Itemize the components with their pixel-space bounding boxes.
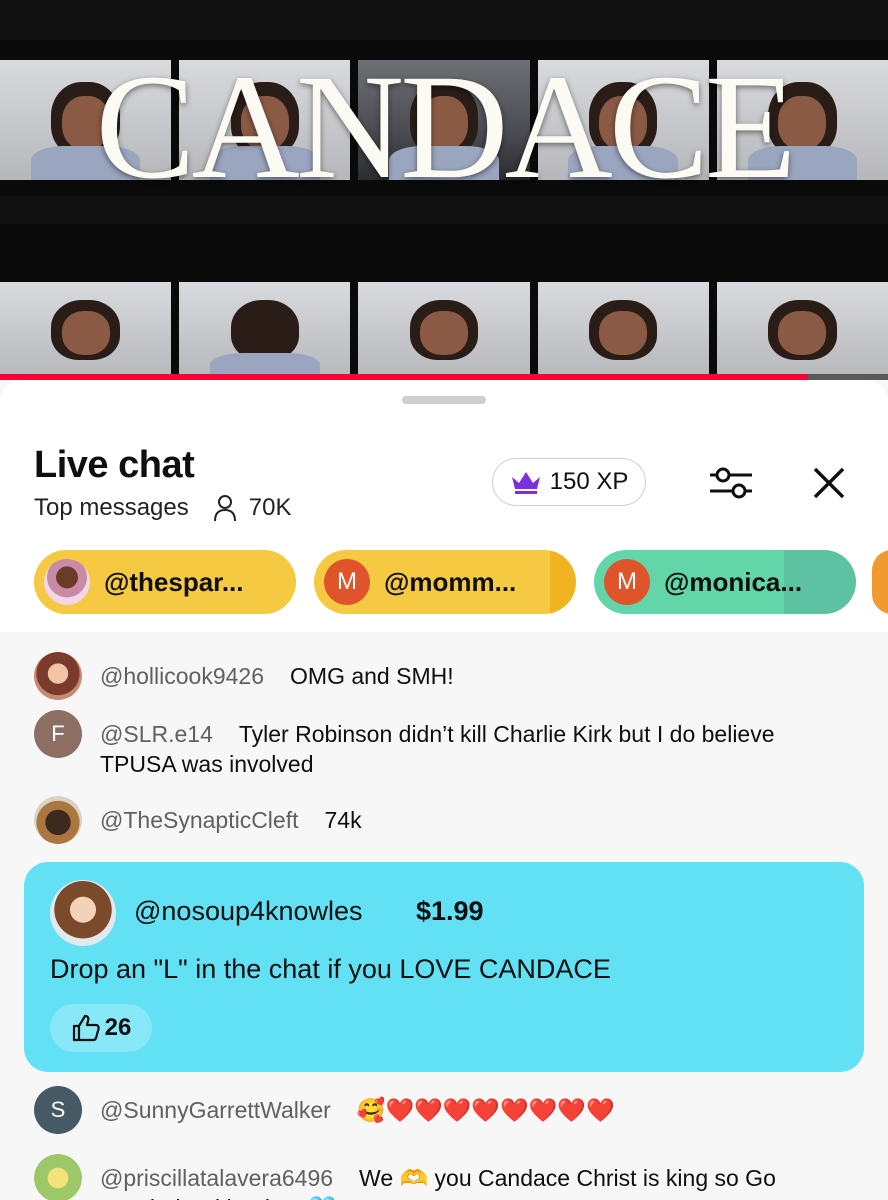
chat-message[interactable]: @hollicook9426 OMG and SMH!	[34, 652, 800, 700]
ticker-handle: @momm...	[384, 566, 517, 597]
chat-message[interactable]: @TheSynapticCleft 74k	[34, 796, 800, 844]
super-chat-text: Drop an "L" in the chat if you LOVE CAND…	[50, 954, 611, 984]
close-icon[interactable]	[812, 466, 846, 500]
like-count: 26	[104, 1014, 132, 1041]
message-text: OMG and SMH!	[290, 663, 454, 689]
ticker-chip[interactable]: @thespar...	[34, 550, 296, 614]
super-chat-amount: $1.99	[416, 896, 484, 926]
viewer-count: 70K	[248, 494, 292, 521]
chat-feed[interactable]: @hollicook9426 OMG and SMH! F @SLR.e14 Tyl…	[0, 632, 888, 1200]
message-text: 74k	[324, 807, 362, 833]
film-strip-top	[0, 0, 888, 40]
avatar: M	[604, 559, 650, 605]
message-author[interactable]: @TheSynapticCleft	[100, 807, 299, 833]
person-icon	[213, 495, 236, 522]
chat-message[interactable]: S @SunnyGarrettWalker 🥰❤️❤️❤️❤️❤️❤️❤️❤️	[34, 1086, 800, 1134]
message-text: 🥰❤️❤️❤️❤️❤️❤️❤️❤️	[356, 1097, 615, 1123]
avatar: S	[34, 1086, 82, 1134]
message-author[interactable]: @priscillatalavera6496	[100, 1165, 333, 1191]
ticker-handle: @thespar...	[104, 566, 244, 597]
film-row-bottom	[0, 282, 888, 380]
chat-message[interactable]: F @SLR.e14 Tyler Robinson didn’t kill Cha…	[34, 710, 800, 779]
film-frame	[358, 282, 530, 380]
avatar	[34, 1154, 82, 1200]
ticker-handle: @monica...	[664, 566, 803, 597]
chat-mode-label: Top messages	[34, 494, 189, 521]
pinned-ticker: @thespar... M @momm... M @monica...	[0, 550, 888, 616]
xp-badge[interactable]: 150 XP	[492, 458, 646, 506]
film-frame	[179, 282, 351, 380]
super-chat-card[interactable]: @nosoup4knowles $1.99 Drop an "L" in the…	[24, 862, 864, 1072]
xp-label: 150 XP	[549, 468, 629, 495]
chat-message[interactable]: @priscillatalavera6496 We 🫶 you Candace C…	[34, 1154, 800, 1200]
chat-title: Live chat	[34, 444, 195, 486]
avatar	[44, 559, 90, 605]
drag-handle[interactable]	[402, 396, 486, 404]
filter-sliders-icon[interactable]	[708, 464, 754, 502]
video-player[interactable]: CANDACE	[0, 0, 888, 380]
film-frame	[716, 282, 888, 380]
super-chat-author[interactable]: @nosoup4knowles	[134, 896, 363, 927]
ticker-chip[interactable]: M @momm...	[314, 550, 576, 614]
avatar	[34, 796, 82, 844]
like-icon	[72, 1014, 100, 1042]
avatar: M	[324, 559, 370, 605]
film-frame	[0, 282, 172, 380]
film-frame	[537, 282, 709, 380]
message-author[interactable]: @SLR.e14	[100, 721, 213, 747]
like-button[interactable]: 26	[50, 1004, 152, 1052]
crown-icon	[511, 472, 540, 494]
avatar	[50, 880, 116, 946]
ticker-chip[interactable]	[872, 550, 888, 614]
avatar	[34, 652, 82, 700]
ticker-chip[interactable]: M @monica...	[594, 550, 856, 614]
video-title-word: CANDACE	[95, 44, 796, 210]
chat-mode-selector[interactable]: Top messages 70K	[34, 494, 291, 522]
avatar: F	[34, 710, 82, 758]
live-chat-panel: Live chat Top messages 70K 150 XP @thesp…	[0, 380, 888, 1200]
message-author[interactable]: @hollicook9426	[100, 663, 264, 689]
message-author[interactable]: @SunnyGarrettWalker	[100, 1097, 331, 1123]
